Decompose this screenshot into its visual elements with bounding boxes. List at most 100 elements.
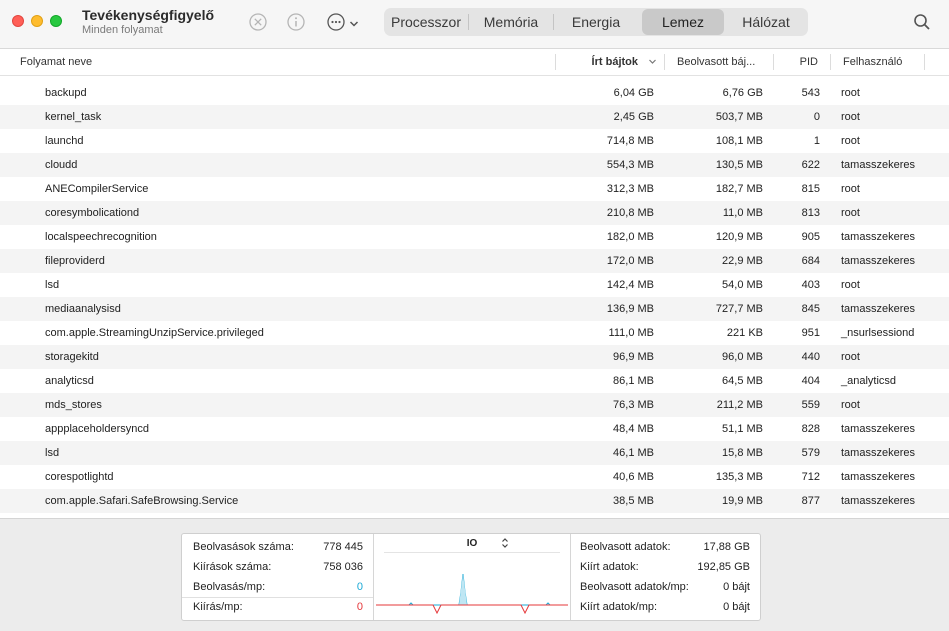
user: root [841,183,860,195]
pid: 877 [801,495,820,507]
table-row[interactable]: appplaceholdersyncd 48,4 MB 51,1 MB 828 tama… [0,417,949,441]
up-down-chevron-icon[interactable] [501,537,509,552]
bytes-written: 2,45 GB [613,111,654,123]
bytes-read: 727,7 MB [715,303,763,315]
column-divider[interactable] [924,54,925,70]
table-row[interactable]: fileproviderd 172,0 MB 22,9 MB 684 tamasszek… [0,249,949,273]
bytes-read: 503,7 MB [715,111,763,123]
pid: 905 [801,231,820,243]
tab-disk[interactable]: Lemez [642,9,724,35]
toolbar: Tevékenységfigyelő Minden folyamat Proce… [0,0,949,49]
user: root [841,399,860,411]
column-divider[interactable] [773,54,774,70]
pid: 684 [801,255,820,267]
tab-memory[interactable]: Memória [469,9,553,35]
column-divider[interactable] [830,54,831,70]
data-written-per-sec-row: Kiírt adatok/mp: 0 bájt [571,597,760,617]
stat-value: 758 036 [323,561,363,573]
user: root [841,351,860,363]
sort-chevron-icon [648,50,657,76]
data-read-per-sec-row: Beolvasott adatok/mp: 0 bájt [571,577,760,597]
user: tamasszekeres [841,231,915,243]
column-header-bytes-read[interactable]: Beolvasott báj... [677,49,755,75]
io-graph-plot [376,552,568,615]
stop-icon[interactable] [248,12,268,37]
process-name: analyticsd [45,375,94,387]
graph-title[interactable]: IO [374,538,570,549]
process-name: ANECompilerService [45,183,149,195]
column-header-bytes-written[interactable]: Írt bájtok [592,49,638,75]
table-row[interactable]: lsd 142,4 MB 54,0 MB 403 root [0,273,949,297]
table-row[interactable]: storagekitd 96,9 MB 96,0 MB 440 root [0,345,949,369]
stat-label: Kiírás/mp: [193,601,243,613]
pid: 815 [801,183,820,195]
stat-value: 0 bájt [723,601,750,613]
process-name: backupd [45,87,87,99]
table-header: Folyamat neve Írt bájtok Beolvasott báj.… [0,49,949,76]
column-header-pid[interactable]: PID [800,49,818,75]
process-name: coresymbolicationd [45,207,140,219]
data-read-row: Beolvasott adatok: 17,88 GB [571,537,760,557]
bytes-read: 221 KB [726,327,763,339]
column-divider[interactable] [555,54,556,70]
close-window-button[interactable] [12,15,24,27]
table-row[interactable]: com.apple.StreamingUnzipService.privileg… [0,321,949,345]
table-row[interactable]: localspeechrecognition 182,0 MB 120,9 MB 90… [0,225,949,249]
process-name: lsd [45,447,60,459]
process-name: com.apple.Safari.SafeBrowsing.Service [45,495,239,507]
table-row[interactable]: ANECompilerService 312,3 MB 182,7 MB 815 roo… [0,177,949,201]
table-row[interactable]: backupd 6,04 GB 6,76 GB 543 root [0,81,949,105]
zoom-window-button[interactable] [50,15,62,27]
table-row[interactable]: corespotlightd 40,6 MB 135,3 MB 712 tamassze… [0,465,949,489]
bytes-read: 51,1 MB [722,423,763,435]
stat-label: Kiírt adatok/mp: [580,601,658,613]
user: _nsurlsessiond [841,327,915,339]
stat-label: Beolvasott adatok: [580,541,671,553]
pid: 1 [813,135,820,147]
table-row[interactable]: mediaanalysisd 136,9 MB 727,7 MB 845 tamassz… [0,297,949,321]
table-row[interactable]: analyticsd 86,1 MB 64,5 MB 404 _analyticsd [0,369,949,393]
table-row[interactable]: launchd 714,8 MB 108,1 MB 1 root [0,129,949,153]
pid: 951 [801,327,820,339]
process-name: cloudd [45,159,78,171]
minimize-window-button[interactable] [31,15,43,27]
pid: 0 [813,111,820,123]
stat-value-read: 0 [356,581,363,593]
chevron-down-icon[interactable] [349,16,359,34]
bytes-read: 211,2 MB [716,399,763,411]
process-name: localspeechrecognition [45,231,157,243]
search-icon[interactable] [913,13,931,36]
column-header-process-name[interactable]: Folyamat neve [20,49,92,75]
table-row[interactable]: lsd 46,1 MB 15,8 MB 579 tamasszekeres [0,441,949,465]
column-divider[interactable] [664,54,665,70]
info-icon[interactable] [286,12,306,37]
stats-box: Beolvasások száma: 778 445 Kiírások szám… [181,533,761,621]
user: tamasszekeres [841,255,915,267]
user: root [841,279,860,291]
read-series-fill [459,574,467,605]
more-icon[interactable] [326,12,346,37]
tab-energy[interactable]: Energia [554,9,638,35]
bytes-read: 6,76 GB [722,87,763,99]
bytes-read: 15,8 MB [722,447,763,459]
stat-label: Beolvasások száma: [193,541,294,553]
bytes-written: 6,04 GB [613,87,654,99]
tab-processor[interactable]: Processzor [384,9,468,35]
table-row[interactable]: cloudd 554,3 MB 130,5 MB 622 tamasszekeres [0,153,949,177]
table-row[interactable]: coresymbolicationd 210,8 MB 11,0 MB 813 root [0,201,949,225]
table-row[interactable]: kernel_task 2,45 GB 503,7 MB 0 root [0,105,949,129]
table-row[interactable]: mds_stores 76,3 MB 211,2 MB 559 root [0,393,949,417]
table-row[interactable]: com.apple.Safari.SafeBrowsing.Service 38,… [0,489,949,513]
process-name: mds_stores [45,399,102,411]
stat-value-write: 0 [356,601,363,613]
tab-network[interactable]: Hálózat [724,9,808,35]
bytes-read: 64,5 MB [722,375,763,387]
pid: 403 [801,279,820,291]
pid: 712 [801,471,820,483]
user: tamasszekeres [841,159,915,171]
pid: 559 [801,399,820,411]
user: _analyticsd [841,375,897,387]
bytes-read: 54,0 MB [722,279,763,291]
column-header-user[interactable]: Felhasználó [843,49,902,75]
process-name: appplaceholdersyncd [45,423,149,435]
